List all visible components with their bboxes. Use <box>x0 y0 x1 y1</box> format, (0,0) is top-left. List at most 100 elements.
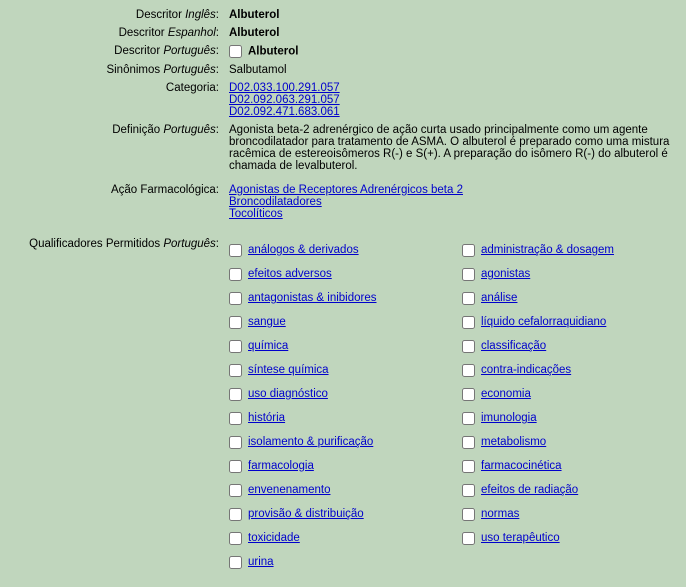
qualifier-link[interactable]: análogos & derivados <box>248 244 359 256</box>
qualifier-item: classificação <box>462 334 614 358</box>
qualifier-link[interactable]: imunologia <box>481 412 537 424</box>
qualifier-checkbox[interactable] <box>462 292 475 305</box>
qualifier-link[interactable]: agonistas <box>481 268 530 280</box>
qualifier-checkbox[interactable] <box>462 388 475 401</box>
qualifier-link[interactable]: sangue <box>248 316 286 328</box>
pharm-action-link[interactable]: Broncodilatadores <box>229 196 680 208</box>
qualifier-checkbox[interactable] <box>462 268 475 281</box>
label-desc-es: Descritor Espanhol: <box>0 24 225 42</box>
qualifier-item: imunologia <box>462 406 614 430</box>
qualifier-checkbox[interactable] <box>462 484 475 497</box>
value-category: D02.033.100.291.057D02.092.063.291.057D0… <box>225 79 686 121</box>
qualifier-checkbox[interactable] <box>462 460 475 473</box>
qualifier-checkbox[interactable] <box>462 364 475 377</box>
qualifier-checkbox[interactable] <box>229 244 242 257</box>
label-qualifiers: Qualificadores Permitidos Português: <box>0 235 225 577</box>
qualifier-item: história <box>229 406 444 430</box>
qualifier-item: agonistas <box>462 262 614 286</box>
desc-pt-checkbox[interactable] <box>229 45 242 58</box>
qualifier-link[interactable]: história <box>248 412 285 424</box>
qualifier-link[interactable]: envenenamento <box>248 484 330 496</box>
qualifier-link[interactable]: economia <box>481 388 531 400</box>
qualifier-link[interactable]: farmacocinética <box>481 460 562 472</box>
qualifier-link[interactable]: farmacologia <box>248 460 314 472</box>
qualifier-checkbox[interactable] <box>229 508 242 521</box>
qualifier-link[interactable]: classificação <box>481 340 546 352</box>
qualifier-item: sangue <box>229 310 444 334</box>
qualifier-link[interactable]: metabolismo <box>481 436 546 448</box>
qualifier-item: envenenamento <box>229 478 444 502</box>
qualifier-link[interactable]: química <box>248 340 288 352</box>
qualifier-item: provisão & distribuição <box>229 502 444 526</box>
qualifier-link[interactable]: efeitos de radiação <box>481 484 578 496</box>
qualifier-link[interactable]: normas <box>481 508 519 520</box>
qualifier-link[interactable]: uso diagnóstico <box>248 388 328 400</box>
qualifier-link[interactable]: provisão & distribuição <box>248 508 364 520</box>
qualifier-item: uso terapêutico <box>462 526 614 550</box>
qualifier-link[interactable]: contra-indicações <box>481 364 571 376</box>
qualifier-checkbox[interactable] <box>229 292 242 305</box>
label-desc-en: Descritor Inglês: <box>0 6 225 24</box>
qualifier-item: farmacocinética <box>462 454 614 478</box>
qualifier-checkbox[interactable] <box>229 556 242 569</box>
qualifier-link[interactable]: urina <box>248 556 274 568</box>
row-desc-en: Descritor Inglês: Albuterol <box>0 6 686 24</box>
qualifier-item: toxicidade <box>229 526 444 550</box>
qualifier-item: urina <box>229 550 444 574</box>
value-pharm-action: Agonistas de Receptores Adrenérgicos bet… <box>225 181 686 223</box>
qualifier-checkbox[interactable] <box>462 532 475 545</box>
qualifier-link[interactable]: isolamento & purificação <box>248 436 373 448</box>
category-link[interactable]: D02.033.100.291.057 <box>229 82 680 94</box>
qualifier-link[interactable]: antagonistas & inibidores <box>248 292 377 304</box>
qualifier-checkbox[interactable] <box>462 436 475 449</box>
qualifier-checkbox[interactable] <box>229 388 242 401</box>
label-definition: Definição Português: <box>0 121 225 175</box>
qualifier-link[interactable]: efeitos adversos <box>248 268 332 280</box>
qualifier-checkbox[interactable] <box>229 316 242 329</box>
qualifier-item: líquido cefalorraquidiano <box>462 310 614 334</box>
qualifier-checkbox[interactable] <box>462 316 475 329</box>
value-qualifiers: análogos & derivados efeitos adversos anta… <box>225 235 686 577</box>
qualifier-checkbox[interactable] <box>229 364 242 377</box>
qualifier-item: química <box>229 334 444 358</box>
qualifier-link[interactable]: líquido cefalorraquidiano <box>481 316 606 328</box>
qualifier-item: antagonistas & inibidores <box>229 286 444 310</box>
category-link[interactable]: D02.092.063.291.057 <box>229 94 680 106</box>
qualifier-checkbox[interactable] <box>229 484 242 497</box>
qualifier-item: uso diagnóstico <box>229 382 444 406</box>
qualifier-item: economia <box>462 382 614 406</box>
qualifier-checkbox[interactable] <box>462 244 475 257</box>
qualifier-checkbox[interactable] <box>229 460 242 473</box>
qualifier-link[interactable]: análise <box>481 292 517 304</box>
qualifier-checkbox[interactable] <box>462 508 475 521</box>
qualifier-item: administração & dosagem <box>462 238 614 262</box>
row-definition: Definição Português: Agonista beta-2 adr… <box>0 121 686 175</box>
label-pharm-action: Ação Farmacológica: <box>0 181 225 223</box>
value-desc-pt: Albuterol <box>225 42 686 61</box>
qualifier-item: efeitos de radiação <box>462 478 614 502</box>
qualifier-item: farmacologia <box>229 454 444 478</box>
category-link[interactable]: D02.092.471.683.061 <box>229 106 680 118</box>
pharm-action-link[interactable]: Tocolíticos <box>229 208 680 220</box>
qualifier-item: metabolismo <box>462 430 614 454</box>
row-desc-es: Descritor Espanhol: Albuterol <box>0 24 686 42</box>
qualifier-checkbox[interactable] <box>229 268 242 281</box>
qualifier-link[interactable]: síntese química <box>248 364 329 376</box>
value-syn-pt: Salbutamol <box>225 61 686 79</box>
qualifier-link[interactable]: toxicidade <box>248 532 300 544</box>
value-desc-en: Albuterol <box>225 6 686 24</box>
qualifier-link[interactable]: administração & dosagem <box>481 244 614 256</box>
qualifier-checkbox[interactable] <box>229 412 242 425</box>
qualifier-checkbox[interactable] <box>229 532 242 545</box>
row-qualifiers: Qualificadores Permitidos Português: aná… <box>0 235 686 577</box>
pharm-action-link[interactable]: Agonistas de Receptores Adrenérgicos bet… <box>229 184 680 196</box>
qualifier-checkbox[interactable] <box>462 412 475 425</box>
qualifier-checkbox[interactable] <box>229 436 242 449</box>
qualifier-checkbox[interactable] <box>229 340 242 353</box>
value-desc-es: Albuterol <box>225 24 686 42</box>
qualifier-checkbox[interactable] <box>462 340 475 353</box>
qualifier-link[interactable]: uso terapêutico <box>481 532 560 544</box>
value-definition: Agonista beta-2 adrenérgico de ação curt… <box>225 121 686 175</box>
descriptor-page: Descritor Inglês: Albuterol Descritor Es… <box>0 0 686 577</box>
qualifier-item: efeitos adversos <box>229 262 444 286</box>
